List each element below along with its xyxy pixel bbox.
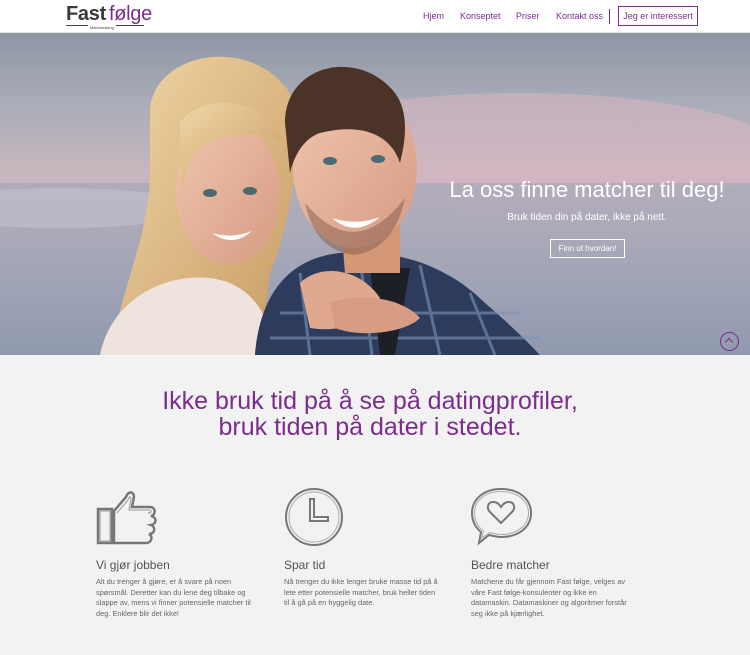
feature-title: Spar tid (284, 558, 326, 572)
hero-title: La oss finne matcher til deg! (449, 177, 725, 202)
feature-title: Vi gjør jobben (96, 558, 170, 572)
chevron-up-icon (724, 337, 734, 347)
find-out-how-button[interactable]: Finn ut hvordan! (550, 239, 625, 258)
logo-tagline: Matchmaking (88, 25, 116, 30)
nav-hjem[interactable]: Hjem (423, 11, 444, 21)
nav-divider (609, 9, 610, 24)
hero-banner: La oss finne matcher til deg! Bruk tiden… (0, 33, 750, 355)
nav-konseptet[interactable]: Konseptet (460, 11, 501, 21)
scroll-up-button[interactable] (720, 332, 739, 351)
heart-bubble-icon (471, 487, 533, 546)
feature-text: Nå trenger du ikke lenger bruke masse ti… (284, 577, 438, 607)
feature-text: Matchene du får gjennom Fast følge, velg… (471, 577, 627, 618)
clock-icon (285, 488, 343, 546)
nav-kontakt-oss[interactable]: Kontakt oss (556, 11, 603, 21)
thumbs-up-icon (96, 491, 157, 545)
interested-button[interactable]: Jeg er interessert (618, 6, 698, 26)
headline-line-1: Ikke bruk tid på å se på datingprofiler, (162, 387, 578, 415)
main-headline: Ikke bruk tid på å se på datingprofiler,… (0, 388, 740, 440)
nav-priser[interactable]: Priser (516, 11, 540, 21)
feature-text: Alt du trenger å gjøre, er å svare på no… (96, 577, 251, 618)
feature-title: Bedre matcher (471, 558, 550, 572)
logo-folge: følge (108, 3, 152, 25)
logo[interactable]: Fast følge Matchmaking (66, 3, 152, 31)
hero-subtitle: Bruk tiden din på dater, ikke på nett. (507, 212, 667, 223)
logo-wordmark: Fast følge (66, 3, 152, 25)
headline-line-2: bruk tiden på dater i stedet. (218, 413, 522, 441)
logo-fast: Fast (66, 3, 106, 25)
site-header: Fast følge Matchmaking Hjem Konseptet Pri… (0, 0, 750, 33)
